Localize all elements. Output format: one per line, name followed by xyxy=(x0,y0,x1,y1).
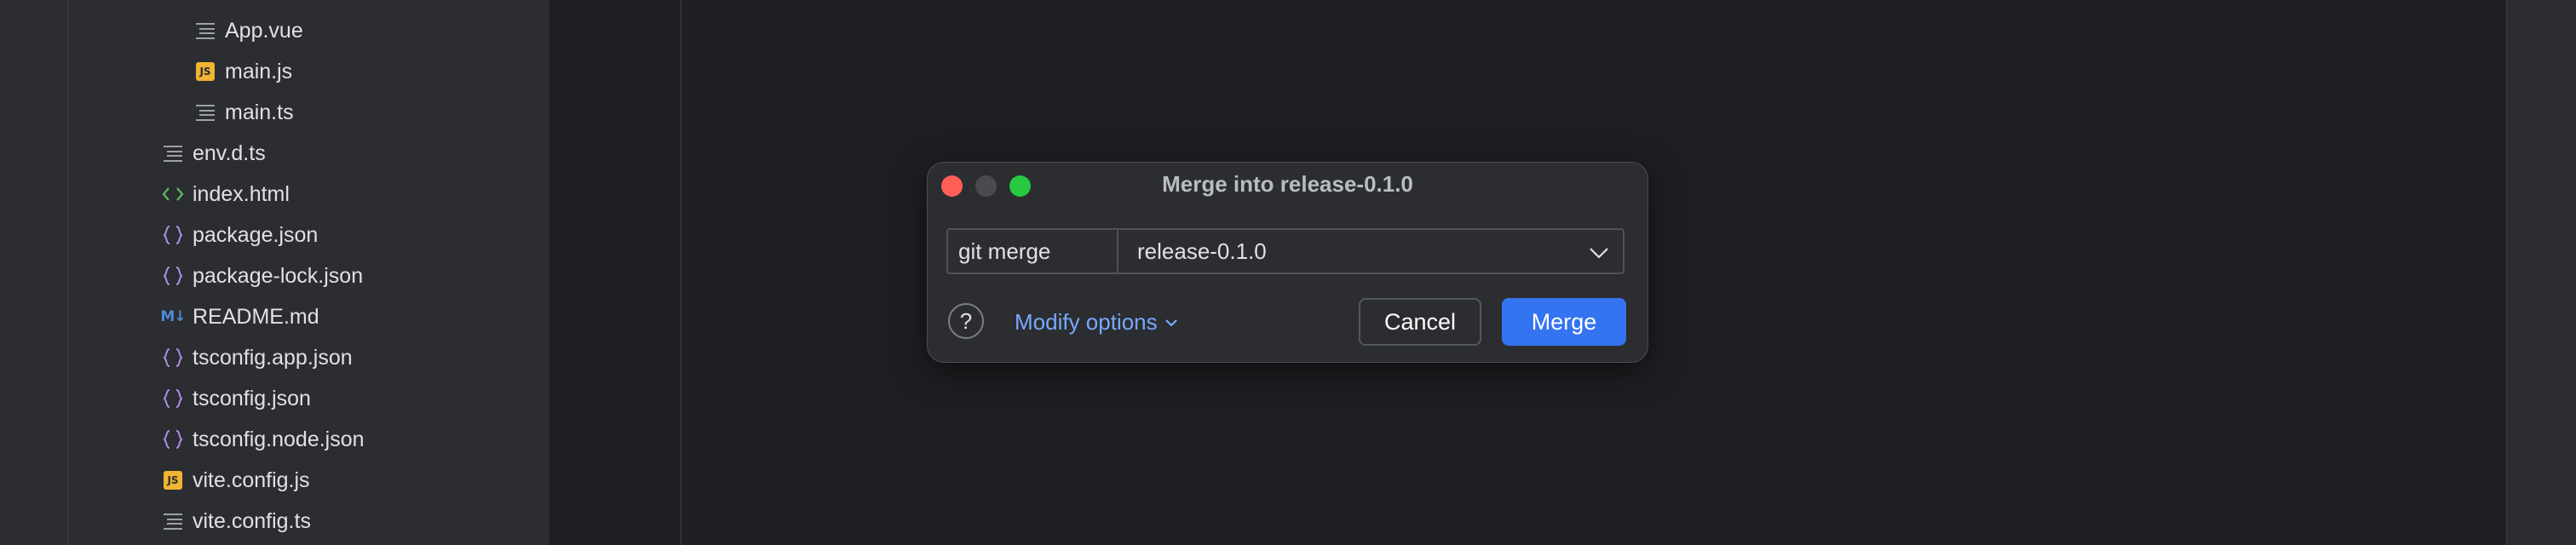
tree-item[interactable]: App.vue xyxy=(193,10,303,51)
merge-command-row: git merge release-0.1.0 xyxy=(946,228,1624,274)
right-tool-strip xyxy=(2506,0,2576,545)
tree-item-label: App.vue xyxy=(225,18,303,43)
text-file-icon xyxy=(193,18,218,43)
json-file-icon xyxy=(160,263,186,289)
tree-item[interactable]: M↓ README.md xyxy=(160,296,319,337)
tree-item-label: README.md xyxy=(193,304,319,329)
tree-item[interactable]: tsconfig.node.json xyxy=(160,419,365,460)
cancel-button[interactable]: Cancel xyxy=(1359,298,1481,346)
project-panel: App.vue JS main.js main.ts env.d.ts index.htm… xyxy=(68,0,549,545)
tree-item[interactable]: tsconfig.app.json xyxy=(160,337,353,378)
tree-item-label: env.d.ts xyxy=(193,141,266,165)
json-file-icon xyxy=(160,222,186,248)
tree-item[interactable]: index.html xyxy=(160,174,290,215)
merge-button[interactable]: Merge xyxy=(1502,298,1626,346)
merge-dialog: Merge into release-0.1.0 git merge relea… xyxy=(927,162,1648,363)
tree-item-label: index.html xyxy=(193,181,290,206)
tree-item[interactable]: JS main.js xyxy=(193,51,292,92)
tree-item[interactable]: JS vite.config.js xyxy=(160,460,310,501)
text-file-icon xyxy=(193,100,218,125)
json-file-icon xyxy=(160,345,186,370)
tree-item-label: package-lock.json xyxy=(193,263,364,288)
tree-item-label: vite.config.js xyxy=(193,468,310,492)
dialog-button-row: ? Modify options Cancel Merge xyxy=(948,298,1626,346)
tree-item[interactable]: tsconfig.json xyxy=(160,378,311,419)
javascript-file-icon: JS xyxy=(193,59,218,84)
editor-gutter xyxy=(549,0,681,545)
left-tool-strip xyxy=(0,0,68,545)
tree-item-label: main.js xyxy=(225,59,293,83)
tree-item-label: package.json xyxy=(193,222,319,247)
chevron-down-icon xyxy=(1589,238,1609,265)
tree-item-label: tsconfig.app.json xyxy=(193,345,353,370)
json-file-icon xyxy=(160,386,186,411)
git-merge-label: git merge xyxy=(948,230,1118,272)
javascript-file-icon: JS xyxy=(160,468,186,493)
dialog-title: Merge into release-0.1.0 xyxy=(1162,171,1413,197)
tree-item[interactable]: vite.config.ts xyxy=(160,501,311,542)
tree-item-label: tsconfig.node.json xyxy=(193,427,365,451)
tree-item-label: vite.config.ts xyxy=(193,508,311,533)
chevron-down-icon xyxy=(1164,318,1177,327)
markdown-file-icon: M↓ xyxy=(160,308,186,325)
tree-item[interactable]: package-lock.json xyxy=(160,255,363,296)
help-button[interactable]: ? xyxy=(948,303,984,339)
text-file-icon xyxy=(160,141,186,166)
modify-options-link[interactable]: Modify options xyxy=(1015,309,1178,336)
tree-item-label: main.ts xyxy=(225,100,294,124)
tree-item[interactable]: main.ts xyxy=(193,92,294,133)
tree-item[interactable]: env.d.ts xyxy=(160,133,266,174)
json-file-icon xyxy=(160,427,186,452)
tree-item[interactable]: package.json xyxy=(160,215,318,255)
modify-options-label: Modify options xyxy=(1015,309,1158,335)
branch-value: release-0.1.0 xyxy=(1137,238,1267,264)
html-file-icon xyxy=(160,181,186,207)
branch-select[interactable]: release-0.1.0 xyxy=(1118,230,1623,272)
tree-item-label: tsconfig.json xyxy=(193,386,311,410)
text-file-icon xyxy=(160,508,186,534)
